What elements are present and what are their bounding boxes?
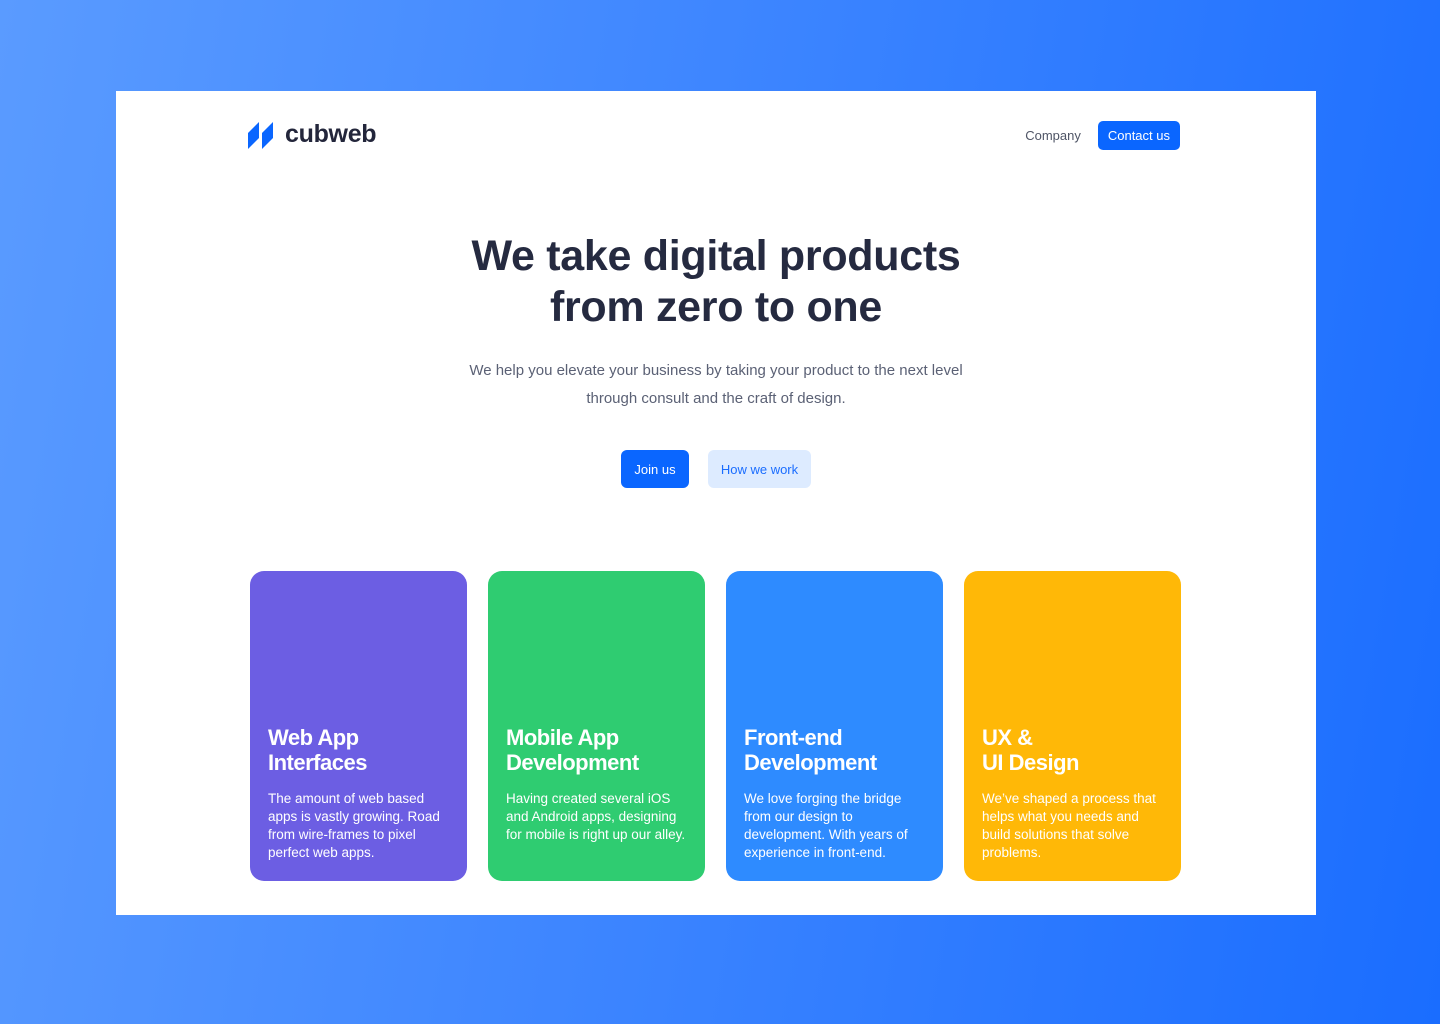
hero-title: We take digital products from zero to on… xyxy=(116,231,1316,333)
services-cards: Web App Interfaces The amount of web bas… xyxy=(250,571,1181,881)
service-card-ux-ui[interactable]: UX & UI Design We’ve shaped a process th… xyxy=(964,571,1181,881)
hero-title-line-2: from zero to one xyxy=(549,283,883,331)
hero-subtitle-line-1: We help you elevate your business by tak… xyxy=(469,362,963,379)
landing-page: cubweb Company Contact us We take digita… xyxy=(116,91,1316,915)
card-title: UX & UI Design xyxy=(982,725,1172,775)
nav-link-company[interactable]: Company xyxy=(1025,128,1081,143)
hero-actions: Join us How we work xyxy=(116,450,1316,488)
card-title: Front-end Development xyxy=(744,725,934,775)
card-title-line-1: Web App xyxy=(268,725,359,750)
join-us-button[interactable]: Join us xyxy=(621,450,689,488)
card-title-line-2: UI Design xyxy=(982,750,1079,775)
service-card-mobile-app[interactable]: Mobile App Development Having created se… xyxy=(488,571,705,881)
top-nav: Company Contact us xyxy=(1025,121,1180,150)
card-description: We’ve shaped a process that helps what y… xyxy=(982,791,1156,860)
card-description: The amount of web based apps is vastly g… xyxy=(268,791,440,860)
card-title: Mobile App Development xyxy=(506,725,696,775)
service-card-front-end[interactable]: Front-end Development We love forging th… xyxy=(726,571,943,881)
card-title-line-1: UX & xyxy=(982,725,1033,750)
service-card-web-app[interactable]: Web App Interfaces The amount of web bas… xyxy=(250,571,467,881)
card-title-line-2: Development xyxy=(506,750,639,775)
card-title-line-1: Mobile App xyxy=(506,725,619,750)
brand-logo[interactable]: cubweb xyxy=(248,120,377,149)
cubweb-logo-icon xyxy=(248,121,273,149)
card-title: Web App Interfaces xyxy=(268,725,458,775)
hero-title-line-1: We take digital products xyxy=(471,232,961,280)
card-title-line-2: Development xyxy=(744,750,877,775)
contact-us-button[interactable]: Contact us xyxy=(1097,121,1180,150)
how-we-work-button[interactable]: How we work xyxy=(708,450,811,488)
hero-subtitle-line-2: through consult and the craft of design. xyxy=(586,389,846,407)
hero-subtitle: We help you elevate your business by tak… xyxy=(436,357,996,412)
card-title-line-2: Interfaces xyxy=(268,750,367,775)
brand-name: cubweb xyxy=(285,120,377,148)
card-description: Having created several iOS and Android a… xyxy=(506,791,686,842)
card-title-line-1: Front-end xyxy=(744,725,843,750)
card-description: We love forging the bridge from our desi… xyxy=(744,791,908,860)
